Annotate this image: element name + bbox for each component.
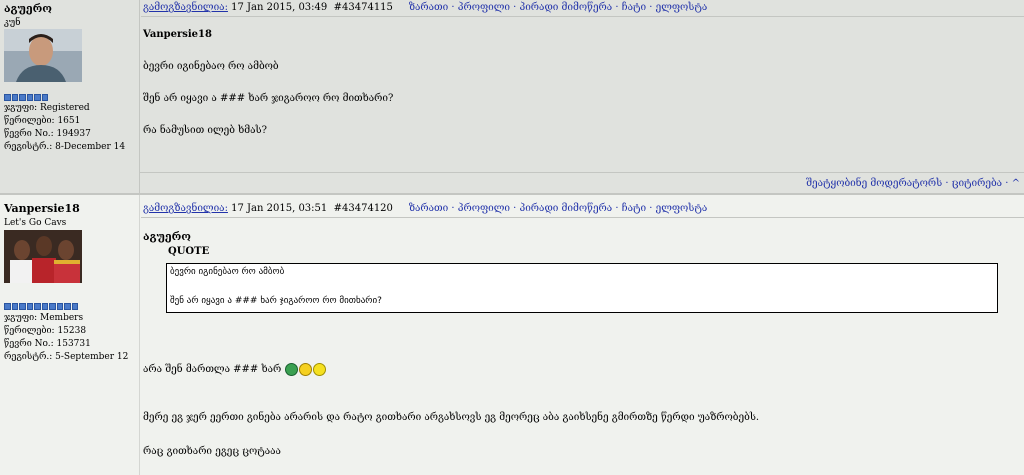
post-header: გამოგზავნილია: 17 Jan 2015, 03:51 #43474…	[143, 203, 707, 214]
quote-label: QUOTE	[168, 246, 210, 257]
quote-line: ბევრი იგინებაო რო ამბობ	[170, 267, 285, 277]
post-line: შენ არ იყავი ა ### ხარ ჯიგაროო რო მითხარ…	[143, 93, 394, 104]
post-footer: შეატყობინე მოდერატორს · ციტირება · ^	[139, 172, 1024, 193]
user-registered: რეგისტრ.: 5-September 12	[4, 352, 129, 362]
user-group: ჯგუფი: Members	[4, 313, 84, 323]
post-line-with-smileys: არა შენ მართლა ### ხარ	[143, 363, 327, 376]
post-id[interactable]: #43474115	[334, 2, 393, 13]
avatar	[4, 230, 82, 283]
user-title: Let's Go Cavs	[4, 218, 67, 228]
author-panel: Vanpersie18 Let's Go Cavs ჯგუფი: Members…	[0, 195, 140, 475]
rank-pips	[4, 94, 48, 101]
post-43474120: Vanpersie18 Let's Go Cavs ჯგუფი: Members…	[0, 195, 1024, 475]
author-panel: აგუერო კუნ ჯგუფი: Registered წერილები: 1…	[0, 0, 140, 193]
user-post-count: წერილები: 15238	[4, 326, 87, 336]
quote-line: შენ არ იყავი ა ### ხარ ჯიგაროო რო მითხარ…	[170, 296, 382, 306]
quoted-user: Vanpersie18	[143, 29, 212, 40]
posted-link[interactable]: გამოგზავნილია:	[143, 2, 228, 13]
post-line: ბევრი იგინებაო რო ამბობ	[143, 61, 279, 72]
post-nav-links[interactable]: ზარათი · პროფილი · პირადი მიმოწერა · ჩატ…	[409, 203, 707, 214]
user-group: ჯგუფი: Registered	[4, 103, 90, 113]
laugh-smiley-icon	[299, 363, 313, 376]
post-id[interactable]: #43474120	[334, 203, 393, 214]
smile-smiley-icon	[313, 363, 327, 376]
post-43474115: აგუერო კუნ ჯგუფი: Registered წერილები: 1…	[0, 0, 1024, 193]
quote-box: ბევრი იგინებაო რო ამბობ შენ არ იყავი ა #…	[166, 263, 998, 313]
footer-actions[interactable]: შეატყობინე მოდერატორს · ციტირება · ^	[806, 178, 1020, 189]
post-line: რა ნამუსით ილებ ხმას?	[143, 125, 267, 136]
post-date: 17 Jan 2015, 03:49	[231, 2, 328, 13]
user-registered: რეგისტრ.: 8-December 14	[4, 142, 126, 152]
user-title: კუნ	[4, 18, 21, 28]
user-member-no: წევრი No.: 153731	[4, 339, 91, 349]
header-divider	[141, 217, 1024, 218]
rank-pips	[4, 303, 78, 310]
post-date: 17 Jan 2015, 03:51	[231, 203, 328, 214]
grin-smiley-icon	[285, 363, 299, 376]
posted-link[interactable]: გამოგზავნილია:	[143, 203, 228, 214]
post-line: არა შენ მართლა ### ხარ	[143, 364, 282, 375]
user-post-count: წერილები: 1651	[4, 116, 81, 126]
avatar	[4, 29, 82, 82]
user-member-no: წევრი No.: 194937	[4, 129, 91, 139]
author-name[interactable]: აგუერო	[4, 2, 52, 15]
post-header: გამოგზავნილია: 17 Jan 2015, 03:49 #43474…	[143, 2, 707, 13]
post-nav-links[interactable]: ზარათი · პროფილი · პირადი მიმოწერა · ჩატ…	[409, 2, 707, 13]
header-divider	[141, 16, 1024, 17]
author-name[interactable]: Vanpersie18	[4, 202, 80, 215]
reply-to-user: აგუერო	[143, 230, 191, 243]
post-line: რაც გითხარი ეგეც ცოტააა	[143, 446, 281, 457]
post-line: მერე ეგ ჯერ ეერთი გინება არარის და რატო …	[143, 412, 760, 423]
